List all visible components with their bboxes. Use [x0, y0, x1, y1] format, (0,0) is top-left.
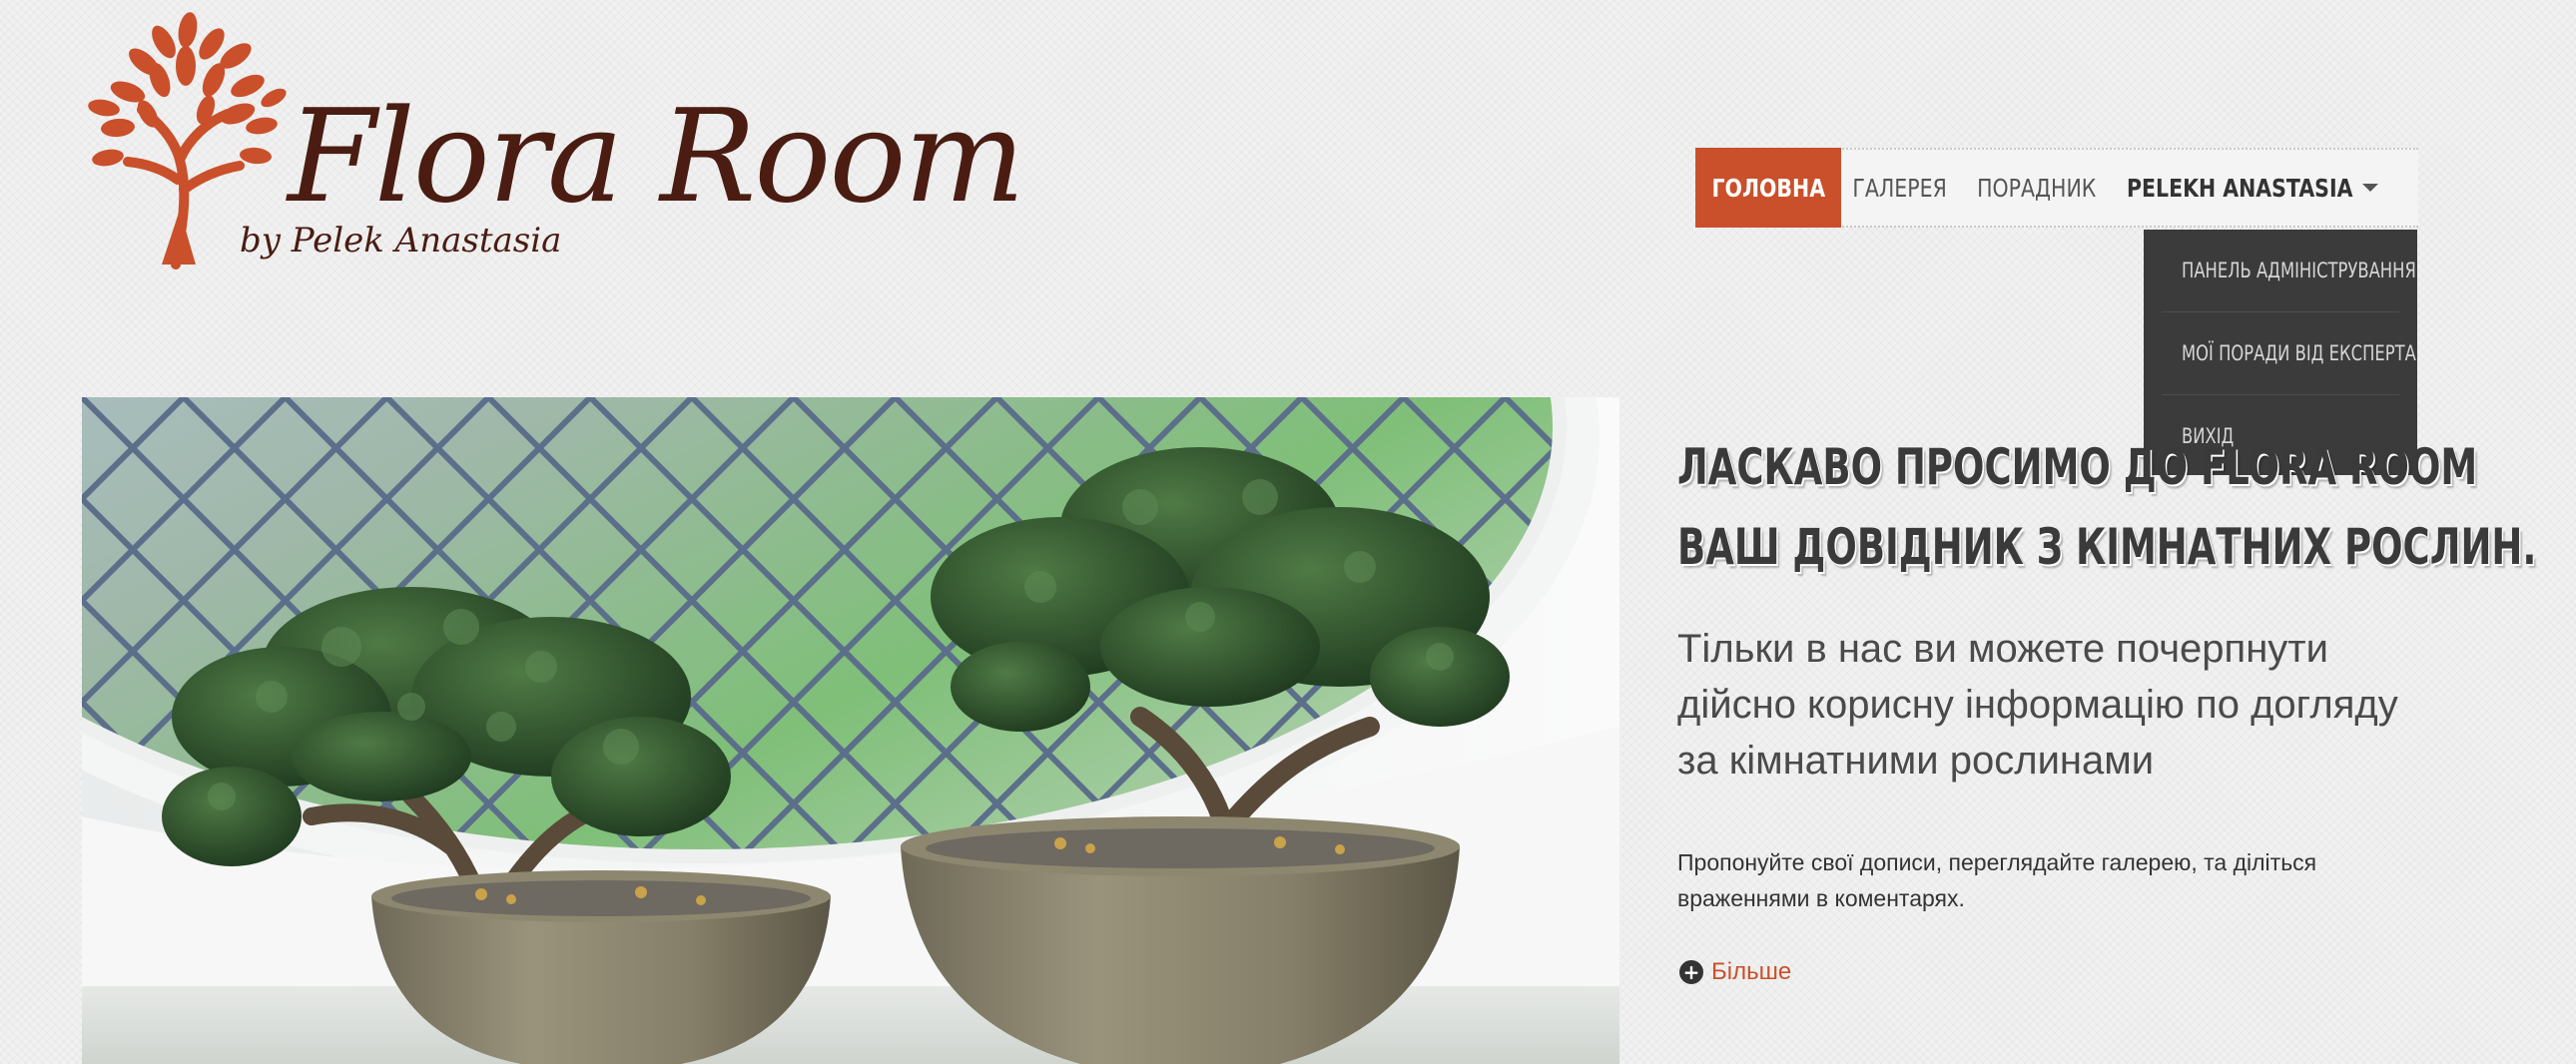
hero-headline: ЛАСКАВО ПРОСИМО ДО FLORA ROOM ВАШ ДОВІДН… — [1677, 427, 2537, 587]
chevron-down-icon — [2362, 184, 2379, 192]
main-nav: ГОЛОВНА ГАЛЕРЕЯ ПОРАДНИК PELEKH ANASTASI… — [1695, 148, 2418, 228]
menu-item-admin-panel[interactable]: ПАНЕЛЬ АДМІНІСТРУВАННЯ — [2162, 230, 2416, 312]
menu-item-admin-panel-label: ПАНЕЛЬ АДМІНІСТРУВАННЯ — [2182, 259, 2416, 282]
hero-image — [82, 397, 1619, 1064]
hero-body: Пропонуйте свої дописи, переглядайте гал… — [1677, 849, 2317, 911]
nav-item-guide[interactable]: ПОРАДНИК — [1965, 148, 2109, 228]
menu-item-my-tips[interactable]: МОЇ ПОРАДИ ВІД ЕКСПЕРТА — [2162, 312, 2416, 395]
site-logo[interactable]: Flora Room by Pelek Anastasia — [88, 10, 1025, 269]
nav-item-guide-label: ПОРАДНИК — [1977, 173, 2097, 203]
nav-item-gallery[interactable]: ГАЛЕРЕЯ — [1841, 148, 1959, 228]
menu-item-my-tips-label: МОЇ ПОРАДИ ВІД ЕКСПЕРТА — [2182, 341, 2416, 365]
logo-title: Flora Room — [288, 83, 1025, 232]
nav-item-home[interactable]: ГОЛОВНА — [1695, 148, 1841, 228]
hero-headline-line2: ВАШ ДОВІДНИК З КІМНАТНИХ РОСЛИН. — [1677, 518, 2537, 576]
nav-user-menu[interactable]: PELEKH ANASTASIA — [2127, 148, 2406, 228]
plus-circle-icon: + — [1679, 960, 1703, 984]
nav-user-label: PELEKH ANASTASIA — [2127, 173, 2353, 203]
more-link[interactable]: + Більше — [1679, 958, 1791, 986]
nav-item-gallery-label: ГАЛЕРЕЯ — [1852, 173, 1948, 203]
more-link-label: Більше — [1711, 958, 1792, 985]
hero-lead: Тільки в нас ви можете почерпнути дійсно… — [1677, 627, 2398, 783]
logo-subtitle: by Pelek Anastasia — [240, 221, 562, 261]
hero-headline-line1: ЛАСКАВО ПРОСИМО ДО FLORA ROOM — [1677, 438, 2478, 496]
nav-item-home-label: ГОЛОВНА — [1711, 173, 1825, 203]
